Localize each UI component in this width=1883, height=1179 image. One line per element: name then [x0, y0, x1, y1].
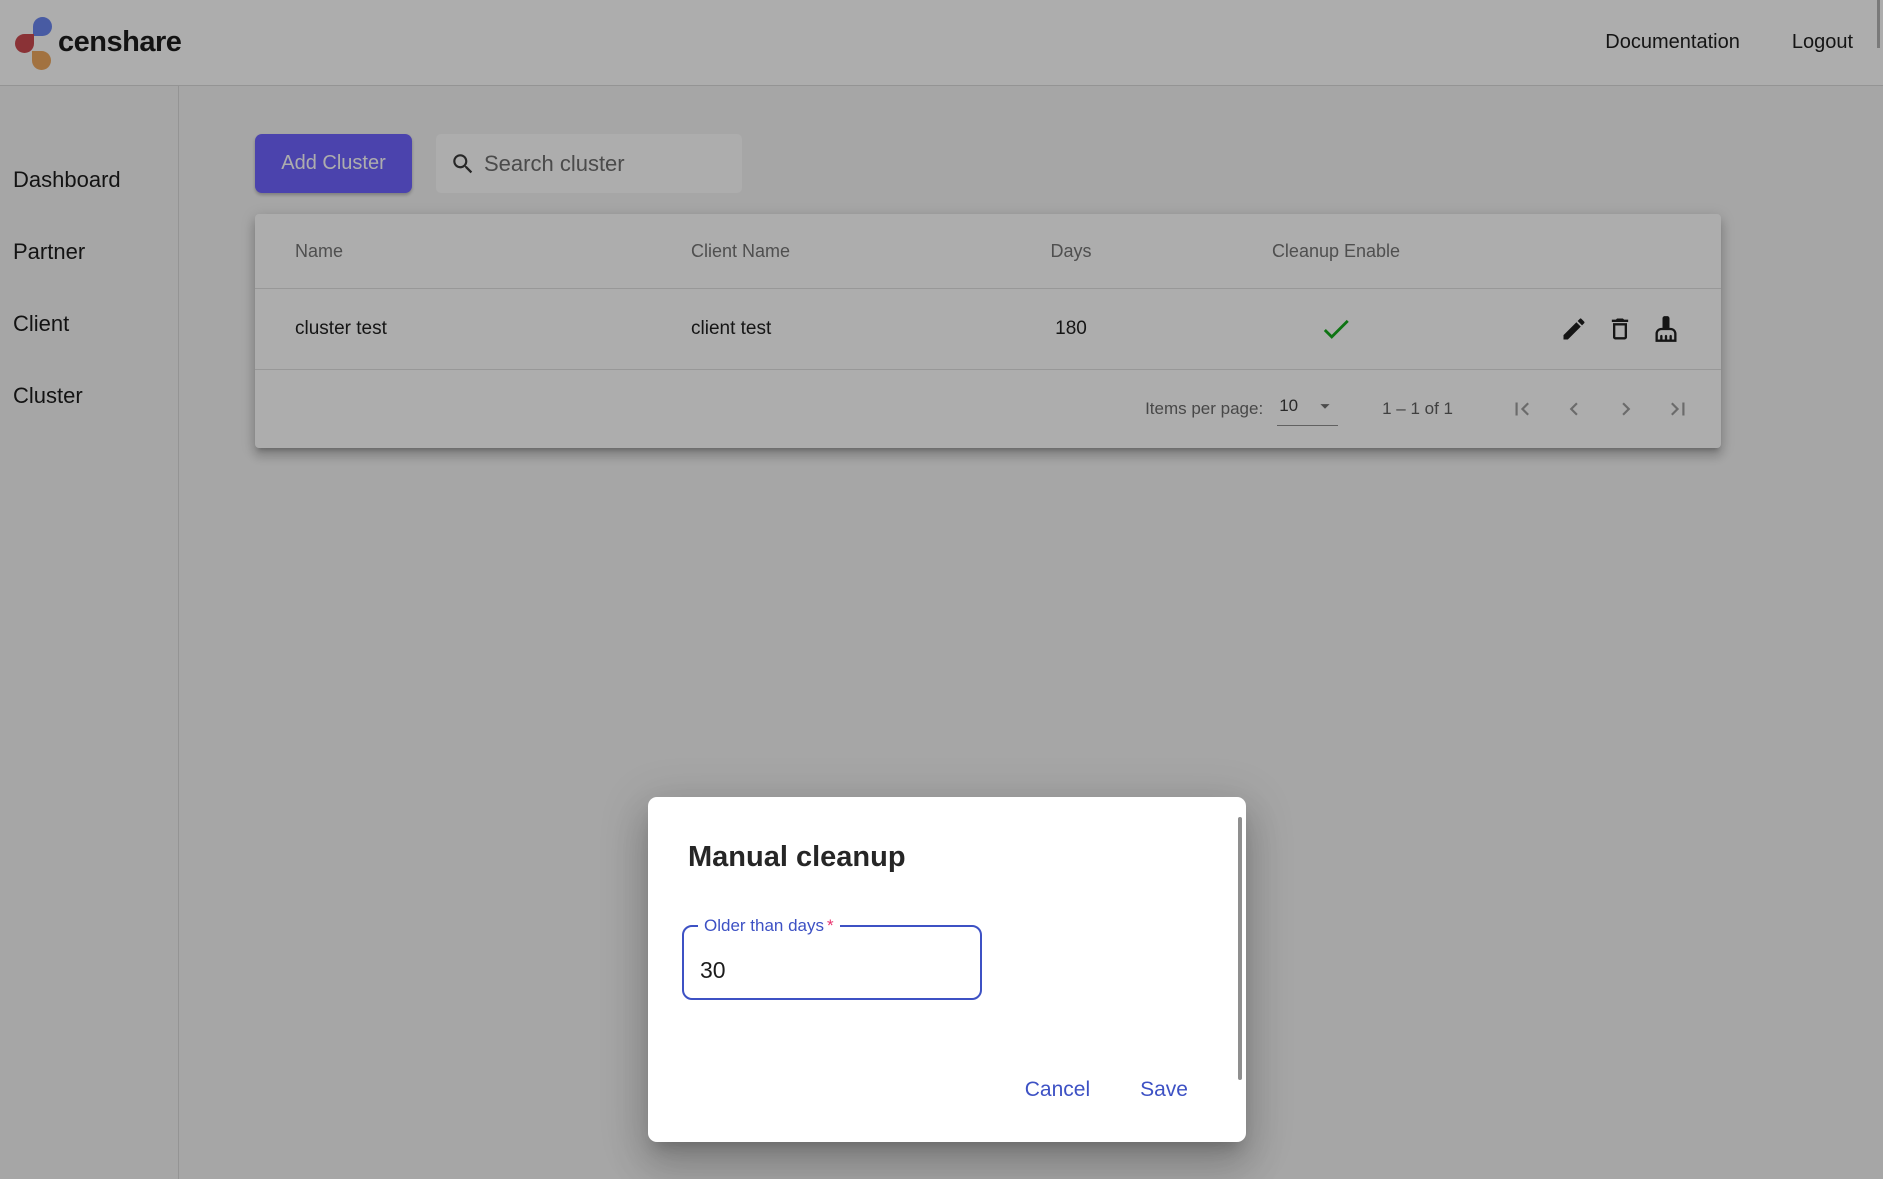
cancel-button[interactable]: Cancel: [1023, 1074, 1092, 1106]
dialog-scrollbar-thumb[interactable]: [1238, 817, 1242, 1080]
save-button[interactable]: Save: [1138, 1074, 1190, 1106]
page: censhare Documentation Logout Dashboard …: [0, 0, 1883, 1179]
older-than-days-input[interactable]: [684, 927, 980, 998]
dialog-actions: Cancel Save: [1023, 1074, 1190, 1106]
dialog-title: Manual cleanup: [688, 841, 906, 874]
manual-cleanup-dialog: Manual cleanup Older than days* Cancel S…: [648, 797, 1246, 1142]
older-than-days-field: Older than days*: [682, 925, 982, 1000]
